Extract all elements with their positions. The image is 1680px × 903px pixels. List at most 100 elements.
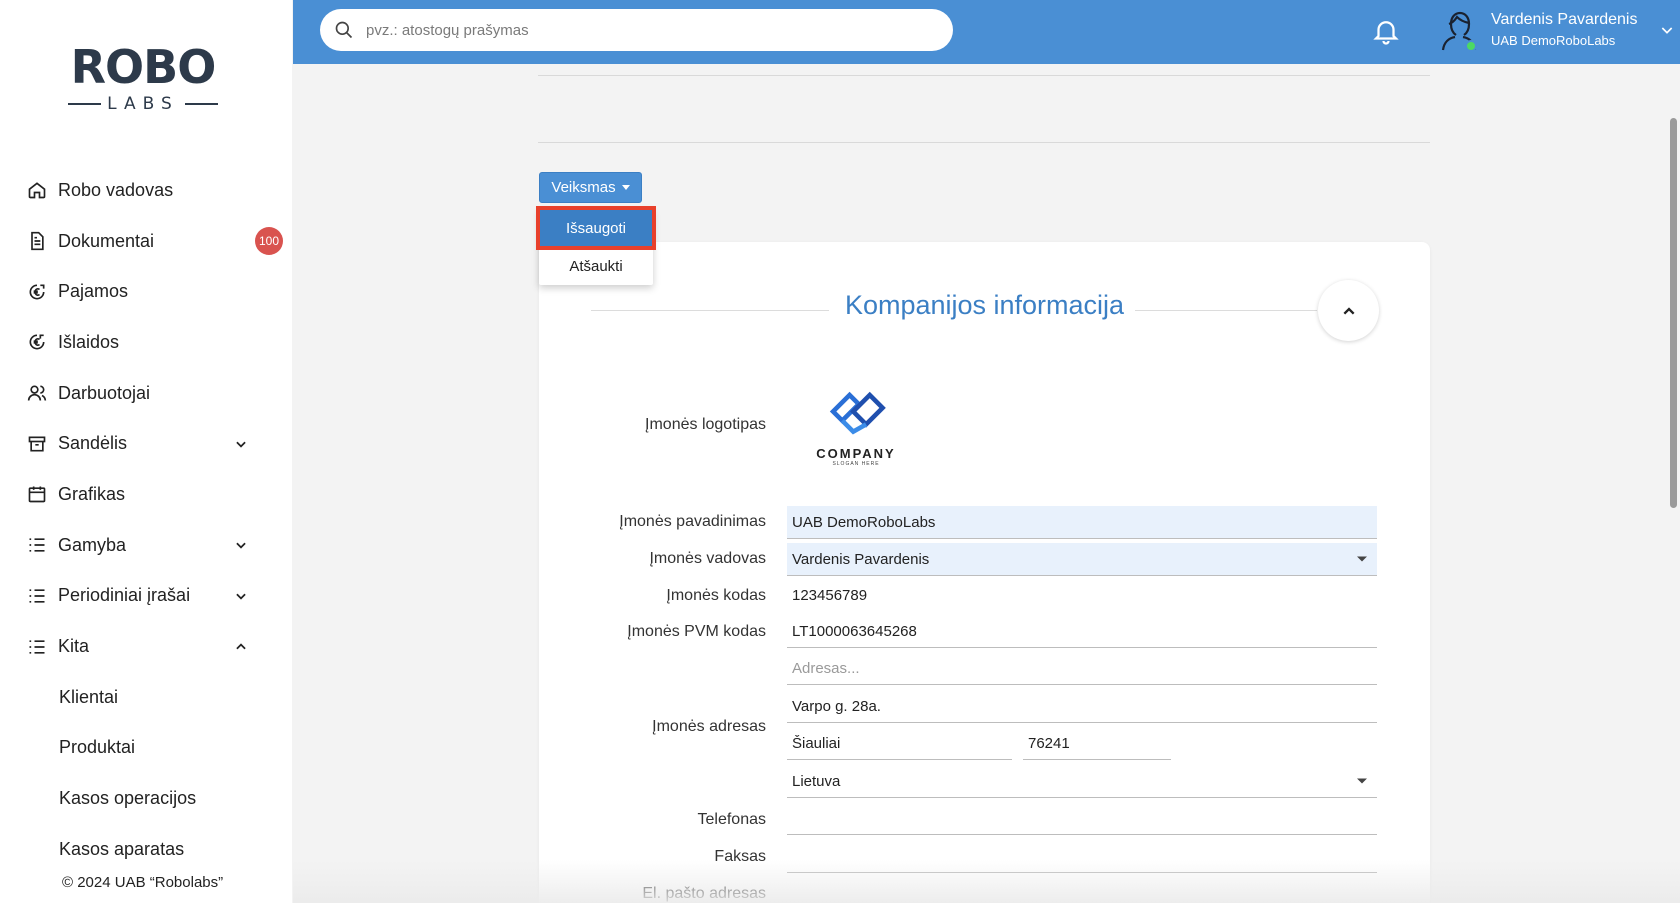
collapse-section-button[interactable]	[1318, 280, 1379, 341]
company-code-value: 123456789	[792, 587, 868, 604]
company-vat-label: Įmonės PVM kodas	[627, 623, 766, 640]
company-address-label: Įmonės adresas	[652, 718, 766, 735]
chevron-down-icon[interactable]	[234, 538, 248, 552]
chevron-up-icon[interactable]	[234, 640, 248, 654]
sidebar-item-label: Gamyba	[58, 534, 127, 555]
section-title: Kompanijos informacija	[539, 290, 1430, 321]
archive-icon	[26, 433, 48, 455]
list-icon	[26, 534, 48, 556]
online-status-dot	[1465, 40, 1477, 52]
phone-label: Telefonas	[697, 811, 767, 828]
users-icon	[26, 382, 48, 404]
search-icon	[335, 21, 353, 39]
action-menu: Išsaugoti Atšaukti	[536, 206, 656, 285]
company-name-label: Įmonės pavadinimas	[619, 513, 766, 530]
company-vat-field[interactable]	[787, 615, 1377, 648]
company-manager-label: Įmonės vadovas	[649, 550, 766, 567]
country-select[interactable]: Lietuva	[787, 765, 1377, 798]
user-name[interactable]: Vardenis Pavardenis	[1491, 11, 1637, 29]
home-icon	[26, 179, 48, 201]
sidebar-subitem-kasos-operacijos[interactable]: Kasos operacijos	[0, 773, 292, 824]
company-logo[interactable]: COMPANY SLOGAN HERE	[811, 384, 901, 468]
sidebar-nav: Robo vadovas Dokumentai 100 Pajamos Išla…	[0, 165, 292, 860]
sidebar-item-label: Periodiniai įrašai	[58, 585, 191, 606]
chevron-up-icon	[1343, 306, 1354, 314]
sidebar-item-periodiniai-irasai[interactable]: Periodiniai įrašai	[0, 571, 292, 622]
email-label: El. pašto adresas	[642, 885, 766, 902]
address-search-input[interactable]	[792, 659, 1377, 677]
logo-top-text: ROBO	[70, 40, 217, 94]
company-name-input[interactable]	[792, 513, 1377, 531]
fax-field[interactable]	[787, 840, 1377, 873]
company-logo-text: COMPANY	[816, 446, 896, 461]
euro-out-icon	[26, 331, 48, 353]
sidebar-item-label: Kita	[58, 636, 90, 657]
city-input[interactable]	[792, 734, 1012, 752]
fax-input[interactable]	[792, 847, 1377, 865]
company-logo-slogan: SLOGAN HERE	[832, 461, 880, 467]
sidebar-item-label: Robo vadovas	[58, 179, 174, 200]
search-input[interactable]	[366, 21, 926, 39]
address-search-field[interactable]	[787, 652, 1377, 685]
sidebar-subitem-produktai[interactable]: Produktai	[0, 723, 292, 774]
company-manager-select[interactable]: Vardenis Pavardenis	[787, 543, 1377, 576]
sidebar-item-sandelis[interactable]: Sandėlis	[0, 418, 292, 469]
chevron-down-icon[interactable]	[234, 437, 248, 451]
bell-icon[interactable]	[1371, 16, 1401, 46]
sidebar-item-grafikas[interactable]: Grafikas	[0, 469, 292, 520]
page-scrollbar[interactable]	[1670, 118, 1677, 508]
calendar-icon	[26, 483, 48, 505]
sidebar-item-robo-vadovas[interactable]: Robo vadovas	[0, 165, 292, 216]
sidebar-item-label: Darbuotojai	[58, 382, 151, 403]
sidebar-item-label: Išlaidos	[58, 331, 120, 352]
sidebar: ROBO LABS Robo vadovas Dokumentai 100 Pa…	[0, 0, 292, 903]
sidebar-item-label: Pajamos	[58, 281, 129, 302]
sidebar-item-gamyba[interactable]: Gamyba	[0, 520, 292, 571]
sidebar-subitem-klientai[interactable]: Klientai	[0, 672, 292, 723]
user-company[interactable]: UAB DemoRoboLabs	[1491, 33, 1615, 48]
sidebar-item-kita[interactable]: Kita	[0, 621, 292, 672]
company-logo-mark	[829, 391, 886, 435]
zip-input[interactable]	[1028, 734, 1171, 752]
company-vat-input[interactable]	[792, 622, 1377, 640]
section-title-text: Kompanijos informacija	[834, 290, 1135, 320]
street-field[interactable]	[787, 690, 1377, 723]
fax-label: Faksas	[714, 848, 766, 865]
divider	[538, 142, 1430, 143]
robolabs-logo[interactable]: ROBO LABS	[68, 42, 218, 118]
menu-item-save[interactable]: Išsaugoti	[536, 206, 656, 250]
sidebar-item-label: Sandėlis	[58, 433, 128, 454]
company-info-card: Kompanijos informacija Įmonės logotipas …	[539, 242, 1430, 903]
city-field[interactable]	[787, 727, 1012, 760]
logo-label: Įmonės logotipas	[645, 416, 766, 433]
dropdown-arrow-icon	[1357, 778, 1367, 784]
action-dropdown-button[interactable]: Veiksmas	[539, 172, 642, 203]
logo-bottom-text: LABS	[107, 94, 179, 114]
top-bar: Vardenis Pavardenis UAB DemoRoboLabs	[293, 0, 1680, 64]
menu-item-cancel[interactable]: Atšaukti	[539, 247, 653, 285]
chevron-down-icon[interactable]	[234, 589, 248, 603]
chevron-down-icon[interactable]	[1659, 22, 1675, 38]
copyright: © 2024 UAB “Robolabs”	[62, 874, 224, 891]
sidebar-subitem-kasos-aparatas[interactable]: Kasos aparatas	[0, 824, 292, 860]
documents-count-badge: 100	[255, 227, 283, 256]
avatar[interactable]	[1435, 6, 1483, 54]
company-manager-value: Vardenis Pavardenis	[792, 550, 930, 568]
company-name-field[interactable]	[787, 506, 1377, 539]
street-input[interactable]	[792, 697, 1377, 715]
sidebar-item-dokumentai[interactable]: Dokumentai 100	[0, 216, 292, 267]
logo-bottom: LABS	[68, 94, 218, 114]
country-value: Lietuva	[792, 772, 841, 790]
sidebar-item-islaidos[interactable]: Išlaidos	[0, 317, 292, 368]
sidebar-item-darbuotojai[interactable]: Darbuotojai	[0, 368, 292, 419]
phone-input[interactable]	[792, 809, 1377, 827]
list-icon	[26, 585, 48, 607]
document-icon	[26, 230, 48, 252]
sidebar-item-pajamos[interactable]: Pajamos	[0, 266, 292, 317]
phone-field[interactable]	[787, 802, 1377, 835]
logo-line-left	[68, 103, 102, 105]
search-box[interactable]	[320, 9, 953, 51]
euro-in-icon	[26, 281, 48, 303]
divider	[538, 75, 1430, 76]
zip-field[interactable]	[1023, 727, 1171, 760]
